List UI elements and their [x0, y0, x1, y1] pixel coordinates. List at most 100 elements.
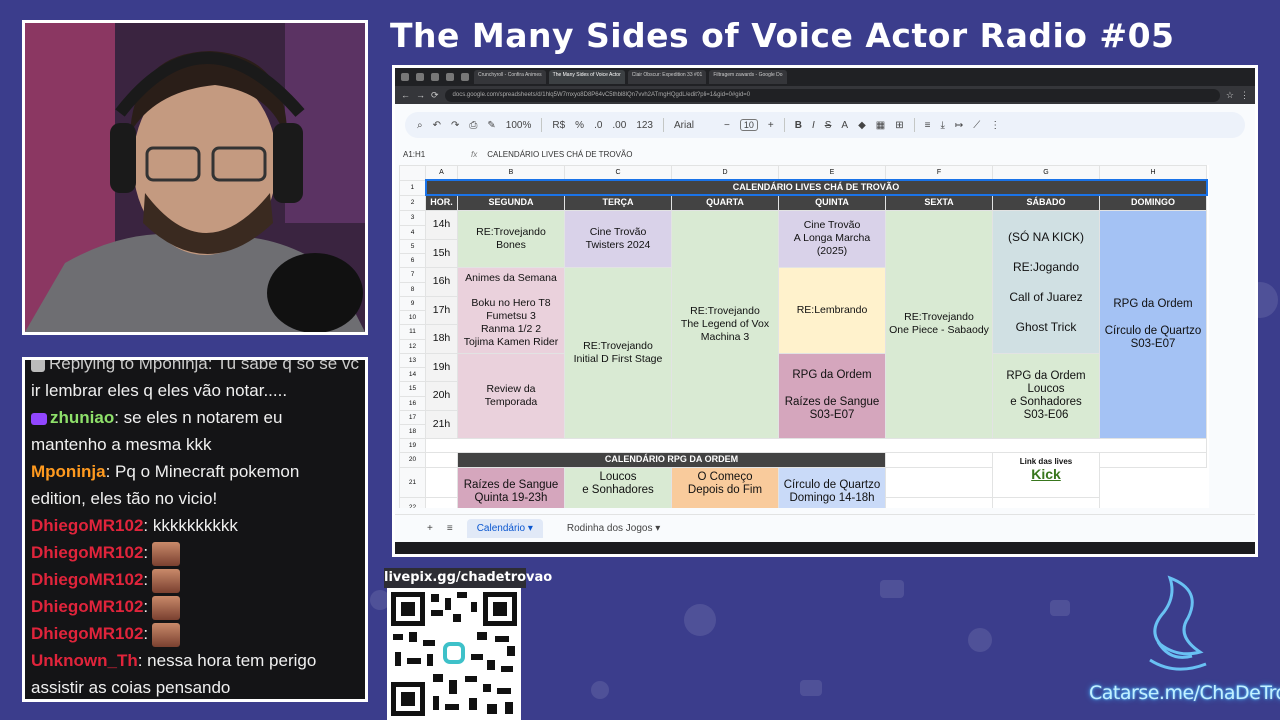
browser-tab-active[interactable]: The Many Sides of Voice Actor — [548, 70, 625, 84]
browser-tab[interactable]: Clair Obscur: Expedition 33 #01 — [627, 70, 707, 84]
paint-format-icon[interactable]: ✎ — [487, 120, 495, 131]
empty-cell[interactable] — [425, 466, 458, 498]
schedule-cell[interactable]: RPG da Ordem Raízes de Sangue S03-E07 — [778, 352, 886, 439]
empty-cell[interactable] — [885, 496, 993, 508]
schedule-cell[interactable]: (SÓ NA KICK) RE:Jogando Call of Juarez Ghos… — [992, 209, 1100, 354]
hour-cell[interactable]: 18h — [425, 323, 458, 354]
tab-icon[interactable] — [461, 73, 469, 81]
tab-icon[interactable] — [416, 73, 424, 81]
row-number[interactable]: 18 — [399, 423, 426, 439]
row-number[interactable]: 2 — [399, 194, 426, 211]
schedule-cell[interactable]: Review da Temporada — [457, 352, 565, 439]
formula-input[interactable]: CALENDÁRIO LIVES CHÁ DE TROVÃO — [487, 150, 632, 159]
day-header-cell[interactable]: TERÇA — [564, 194, 672, 211]
empty-cell[interactable] — [885, 451, 993, 468]
hour-cell[interactable]: 17h — [425, 295, 458, 325]
row-number[interactable]: 4 — [399, 224, 426, 240]
merge-cells-icon[interactable]: ⊞ — [895, 120, 903, 131]
row-number[interactable]: 19 — [399, 437, 426, 453]
chat-username[interactable]: DhiegoMR102 — [31, 543, 143, 562]
percent-button[interactable]: % — [575, 120, 584, 131]
number-format-button[interactable]: 123 — [636, 120, 653, 131]
empty-cell[interactable] — [1099, 451, 1207, 468]
column-header[interactable]: B — [457, 165, 565, 181]
tab-icon[interactable] — [401, 73, 409, 81]
font-size-input[interactable]: 10 — [739, 119, 758, 131]
print-icon[interactable]: ⎙ — [469, 120, 477, 131]
chat-username[interactable]: Mponinja — [31, 462, 106, 481]
schedule-cell[interactable]: Cine Trovão Twisters 2024 — [564, 209, 672, 268]
chat-username[interactable]: DhiegoMR102 — [31, 516, 143, 535]
empty-cell[interactable] — [992, 496, 1100, 508]
italic-button[interactable]: I — [812, 120, 815, 131]
chat-username[interactable]: Unknown_Th — [31, 651, 138, 670]
day-header-cell[interactable]: SEGUNDA — [457, 194, 565, 211]
undo-icon[interactable]: ↶ — [433, 120, 441, 131]
all-sheets-icon[interactable]: ≡ — [447, 523, 453, 534]
reload-icon[interactable]: ⟳ — [431, 90, 439, 101]
sheet-tab-calendario[interactable]: Calendário ▾ — [466, 519, 543, 538]
back-icon[interactable]: ← — [401, 90, 410, 100]
row-number[interactable]: 20 — [399, 451, 426, 468]
chat-username[interactable]: DhiegoMR102 — [31, 570, 143, 589]
day-header-cell[interactable]: QUARTA — [671, 194, 779, 211]
rpg-cell[interactable]: Círculo de Quartzo Domingo 14-18h — [778, 466, 886, 508]
chat-username[interactable]: DhiegoMR102 — [31, 624, 143, 643]
schedule-cell[interactable]: Animes da Semana Boku no Hero T8 Fumetsu 3… — [457, 266, 565, 354]
rpg-cell[interactable]: O Começo Depois do Fim — [671, 466, 779, 508]
rpg-cell[interactable]: Loucos e Sonhadores — [564, 466, 672, 508]
links-cell[interactable]: Link das lives Kick — [992, 451, 1100, 498]
decrease-decimal-button[interactable]: .0 — [594, 120, 602, 131]
day-header-cell[interactable]: HOR. — [425, 194, 458, 211]
row-number[interactable]: 1 — [399, 179, 426, 196]
name-box[interactable]: A1:H1 — [403, 150, 461, 159]
browser-tab[interactable]: Filtragem zawards - Google Do — [709, 70, 787, 84]
wrap-icon[interactable]: ↦ — [955, 120, 963, 131]
tab-icon[interactable] — [431, 73, 439, 81]
row-number[interactable]: 5 — [399, 238, 426, 254]
font-select[interactable]: Arial — [674, 120, 714, 131]
kick-link[interactable]: Kick — [995, 467, 1097, 481]
row-number[interactable]: 12 — [399, 338, 426, 354]
menu-icon[interactable]: ⋮ — [1240, 90, 1249, 101]
row-number[interactable]: 22 — [399, 496, 426, 508]
more-icon[interactable]: ⋮ — [990, 120, 1000, 131]
schedule-cell[interactable]: RE:Trovejando The Legend of Vox Machina 3 — [671, 209, 779, 439]
text-color-icon[interactable]: A — [841, 120, 848, 131]
sheet-tab-rodinha[interactable]: Rodinha dos Jogos ▾ — [557, 519, 670, 538]
schedule-cell[interactable]: RE:Trovejando One Piece - Sabaody — [885, 209, 993, 439]
zoom-select[interactable]: 100% — [506, 120, 532, 131]
calendar-title-cell[interactable]: CALENDÁRIO LIVES CHÁ DE TROVÃO — [424, 179, 1208, 196]
chat-username[interactable]: zhuniao — [50, 408, 114, 427]
rpg-calendar-title[interactable]: CALENDÁRIO RPG DA ORDEM — [457, 451, 886, 468]
row-number[interactable]: 6 — [399, 252, 426, 268]
hour-cell[interactable]: 16h — [425, 266, 458, 297]
redo-icon[interactable]: ↷ — [451, 120, 459, 131]
row-number[interactable]: 8 — [399, 281, 426, 297]
column-header[interactable]: A — [425, 165, 458, 181]
tab-icon[interactable] — [446, 73, 454, 81]
hour-cell[interactable]: 15h — [425, 238, 458, 268]
row-number[interactable]: 3 — [399, 209, 426, 226]
column-header[interactable]: H — [1099, 165, 1207, 181]
hour-cell[interactable]: 14h — [425, 209, 458, 240]
day-header-cell[interactable]: DOMINGO — [1099, 194, 1207, 211]
bold-button[interactable]: B — [795, 120, 802, 131]
row-number[interactable]: 17 — [399, 409, 426, 425]
hour-cell[interactable]: 21h — [425, 409, 458, 439]
search-icon[interactable]: ⌕ — [417, 120, 423, 131]
browser-tab[interactable]: Crunchyroll - Confira Animes — [474, 70, 546, 84]
star-icon[interactable]: ☆ — [1226, 90, 1234, 101]
chat-username[interactable]: DhiegoMR102 — [31, 597, 143, 616]
rpg-cell[interactable]: Raízes de Sangue Quinta 19-23h — [457, 466, 565, 508]
row-number[interactable]: 21 — [399, 466, 426, 498]
row-number[interactable]: 9 — [399, 295, 426, 311]
increase-decimal-button[interactable]: .00 — [612, 120, 626, 131]
schedule-cell[interactable]: RE:Lembrando — [778, 266, 886, 354]
column-header[interactable]: C — [564, 165, 672, 181]
borders-icon[interactable]: ▦ — [876, 120, 885, 131]
schedule-cell[interactable]: Cine Trovão A Longa Marcha (2025) — [778, 209, 886, 268]
empty-cell[interactable] — [425, 451, 458, 468]
empty-cell[interactable] — [425, 496, 458, 508]
schedule-cell[interactable]: RPG da Ordem Círculo de Quartzo S03-E07 — [1099, 209, 1207, 439]
